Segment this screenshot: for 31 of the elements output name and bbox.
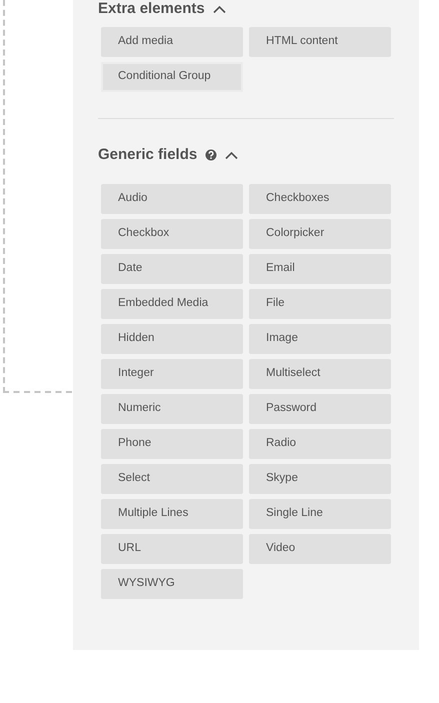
section-title: Extra elements — [98, 0, 205, 19]
field-type-button[interactable]: Checkbox — [101, 219, 243, 249]
field-type-button[interactable]: Email — [249, 254, 391, 284]
field-type-button[interactable]: Numeric — [101, 394, 243, 424]
collapse-icon[interactable] — [212, 4, 226, 14]
help-icon[interactable] — [205, 149, 218, 161]
field-type-button[interactable]: Single Line — [249, 499, 391, 529]
field-type-button[interactable]: Skype — [249, 464, 391, 494]
field-type-button[interactable]: Date — [101, 254, 243, 284]
field-type-button[interactable]: Hidden — [101, 324, 243, 354]
field-type-button[interactable]: Colorpicker — [249, 219, 391, 249]
field-type-button[interactable]: File — [249, 289, 391, 319]
field-type-button[interactable]: Radio — [249, 429, 391, 459]
field-type-button[interactable]: WYSIWYG — [101, 569, 243, 599]
field-type-button[interactable]: Embedded Media — [101, 289, 243, 319]
field-type-button[interactable]: Multiselect — [249, 359, 391, 389]
field-type-button[interactable]: Video — [249, 534, 391, 564]
field-type-button[interactable]: Multiple Lines — [101, 499, 243, 529]
field-type-button[interactable]: Image — [249, 324, 391, 354]
field-type-button[interactable]: Password — [249, 394, 391, 424]
field-type-button[interactable]: Phone — [101, 429, 243, 459]
field-type-button[interactable]: HTML content — [249, 27, 391, 57]
field-type-button[interactable]: Integer — [101, 359, 243, 389]
field-type-button[interactable]: Audio — [101, 184, 243, 214]
collapse-icon[interactable] — [225, 150, 238, 160]
section-title: Generic fields — [98, 144, 198, 165]
field-type-button[interactable]: Conditional Group — [101, 62, 243, 92]
field-type-button[interactable]: Select — [101, 464, 243, 494]
field-type-button[interactable]: Add media — [101, 27, 243, 57]
field-type-button[interactable]: Checkboxes — [249, 184, 391, 214]
field-type-button[interactable]: URL — [101, 534, 243, 564]
